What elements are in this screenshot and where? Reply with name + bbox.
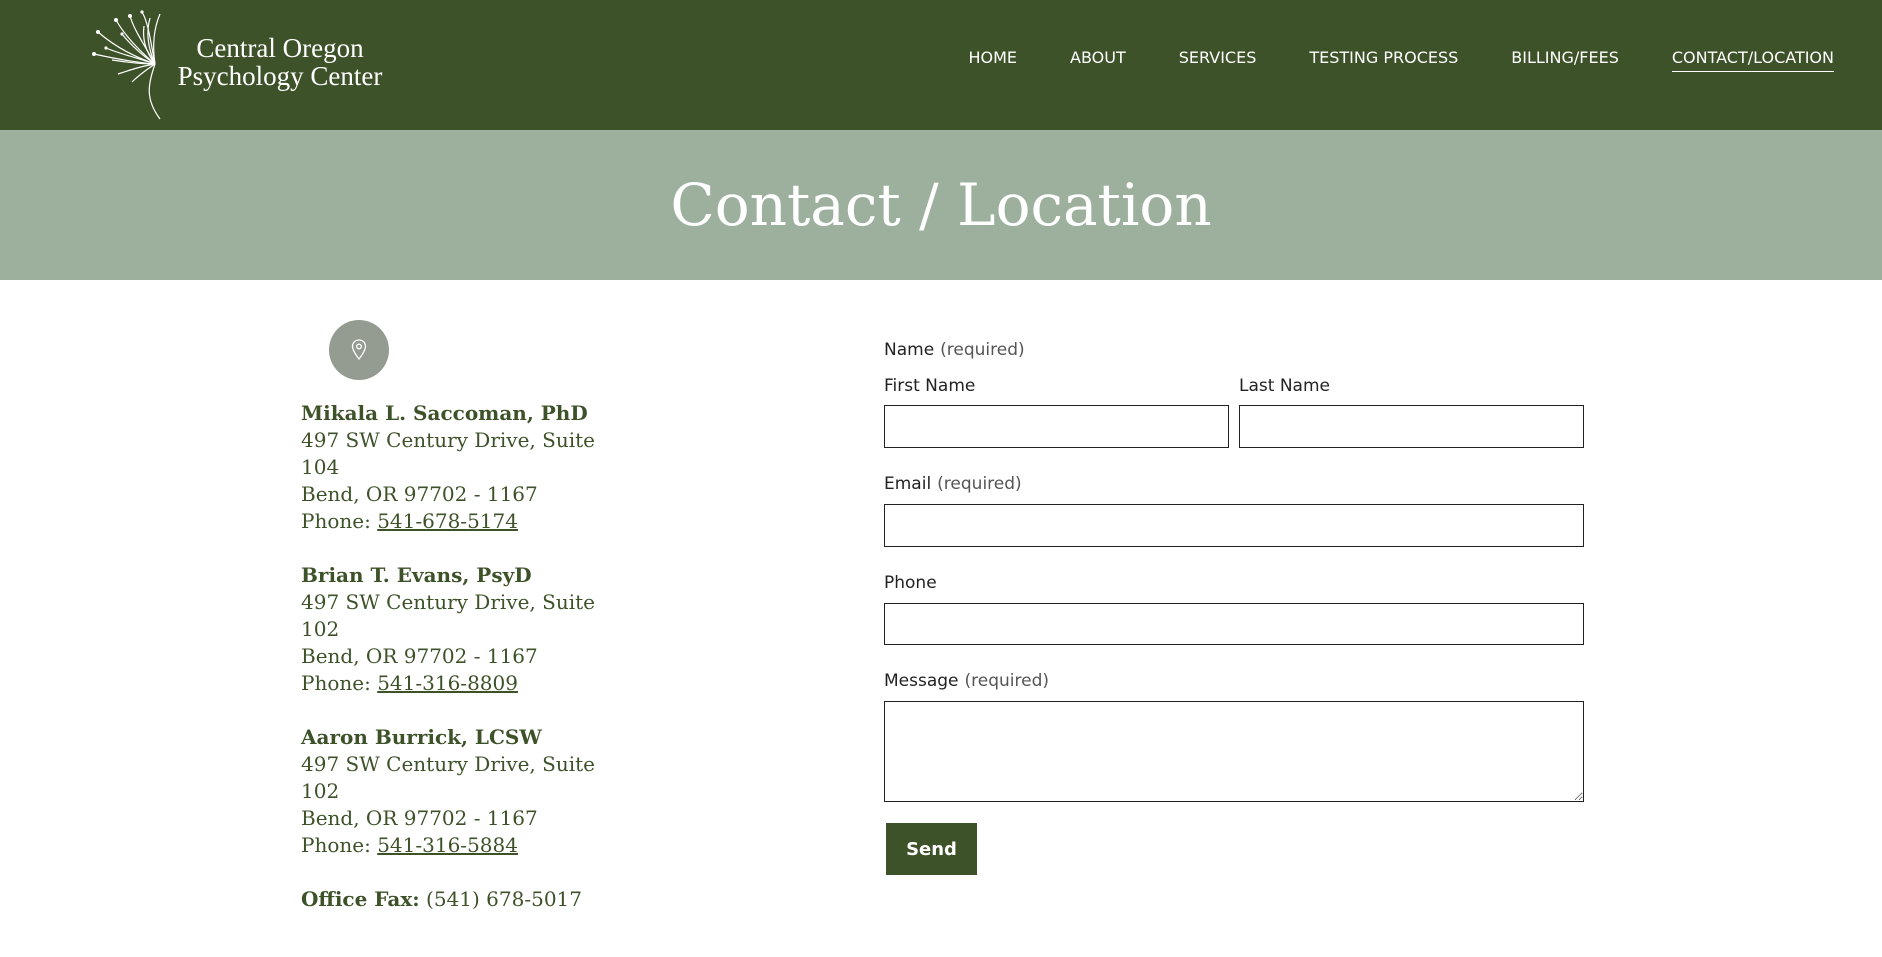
nav-contact-location[interactable]: CONTACT/LOCATION <box>1671 48 1834 72</box>
phone-input[interactable] <box>884 603 1584 645</box>
contact-list: Mikala L. Saccoman, PhD 497 SW Century D… <box>301 400 601 940</box>
contact-name: Brian T. Evans, PsyD <box>301 563 532 587</box>
contact-phone-line: Phone: 541-678-5174 <box>301 508 601 535</box>
contact-address-line-2: 102 <box>301 779 340 803</box>
contact-city: Bend, OR 97702 - 1167 <box>301 482 538 506</box>
email-label-text: Email <box>884 474 932 494</box>
phone-label: Phone <box>884 573 1584 593</box>
first-name-group: First Name <box>884 376 1229 448</box>
phone-label: Phone: <box>301 509 378 533</box>
contact-address-line-1: 497 SW Century Drive, Suite <box>301 590 595 614</box>
message-textarea[interactable] <box>884 701 1584 802</box>
nav-home[interactable]: HOME <box>968 48 1017 72</box>
last-name-input[interactable] <box>1239 405 1584 448</box>
nav-testing-process[interactable]: TESTING PROCESS <box>1309 48 1458 72</box>
logo-line-2: Psychology Center <box>177 61 383 91</box>
name-label-text: Name <box>884 340 935 360</box>
logo-line-1: Central Oregon <box>196 33 364 63</box>
last-name-label: Last Name <box>1239 376 1330 396</box>
phone-label-text: Phone <box>884 573 937 593</box>
phone-link[interactable]: 541-678-5174 <box>377 509 518 533</box>
message-label: Message (required) <box>884 671 1584 691</box>
phone-link[interactable]: 541-316-5884 <box>377 833 518 857</box>
nav-billing-fees[interactable]: BILLING/FEES <box>1511 48 1619 72</box>
contact-card: Brian T. Evans, PsyD 497 SW Century Driv… <box>301 562 601 697</box>
phone-link[interactable]: 541-316-8809 <box>377 671 518 695</box>
required-note: (required) <box>964 671 1050 691</box>
phone-label: Phone: <box>301 671 378 695</box>
contact-address-line-2: 102 <box>301 617 340 641</box>
first-name-label: First Name <box>884 376 976 396</box>
contact-address-line-2: 104 <box>301 455 340 479</box>
fax-label: Office Fax: <box>301 887 420 911</box>
main-nav: HOME ABOUT SERVICES TESTING PROCESS BILL… <box>915 48 1834 72</box>
contact-phone-line: Phone: 541-316-5884 <box>301 832 601 859</box>
contact-card: Aaron Burrick, LCSW 497 SW Century Drive… <box>301 724 601 859</box>
contact-name: Aaron Burrick, LCSW <box>301 725 542 749</box>
phone-label: Phone: <box>301 833 378 857</box>
email-input[interactable] <box>884 504 1584 547</box>
location-badge <box>329 320 389 380</box>
nav-about[interactable]: ABOUT <box>1070 48 1126 72</box>
contact-address-line-1: 497 SW Century Drive, Suite <box>301 428 595 452</box>
required-note: (required) <box>937 474 1022 494</box>
required-note: (required) <box>940 340 1025 360</box>
map-pin-icon <box>351 339 367 361</box>
page-title: Contact / Location <box>670 171 1212 239</box>
site-logo[interactable]: Central Oregon Psychology Center <box>50 4 390 122</box>
site-header: Central Oregon Psychology Center HOME AB… <box>0 0 1882 130</box>
contact-form: Name (required) First Name Last Name Emai… <box>884 340 1584 875</box>
first-name-input[interactable] <box>884 405 1229 448</box>
contact-city: Bend, OR 97702 - 1167 <box>301 806 538 830</box>
name-row: First Name Last Name <box>884 376 1584 448</box>
contact-city: Bend, OR 97702 - 1167 <box>301 644 538 668</box>
message-label-text: Message <box>884 671 959 691</box>
contact-name: Mikala L. Saccoman, PhD <box>301 401 588 425</box>
send-button[interactable]: Send <box>886 823 977 875</box>
contact-card: Mikala L. Saccoman, PhD 497 SW Century D… <box>301 400 601 535</box>
nav-services[interactable]: SERVICES <box>1179 48 1257 72</box>
office-fax: Office Fax: (541) 678-5017 <box>301 886 601 913</box>
contact-address-line-1: 497 SW Century Drive, Suite <box>301 752 595 776</box>
last-name-group: Last Name <box>1239 376 1584 448</box>
contact-phone-line: Phone: 541-316-8809 <box>301 670 601 697</box>
logo-text: Central Oregon Psychology Center <box>170 34 390 90</box>
email-label: Email (required) <box>884 474 1584 494</box>
name-label: Name (required) <box>884 340 1584 360</box>
fax-number: (541) 678-5017 <box>419 887 582 911</box>
page-banner: Contact / Location <box>0 130 1882 280</box>
dandelion-logo-icon <box>92 10 161 120</box>
